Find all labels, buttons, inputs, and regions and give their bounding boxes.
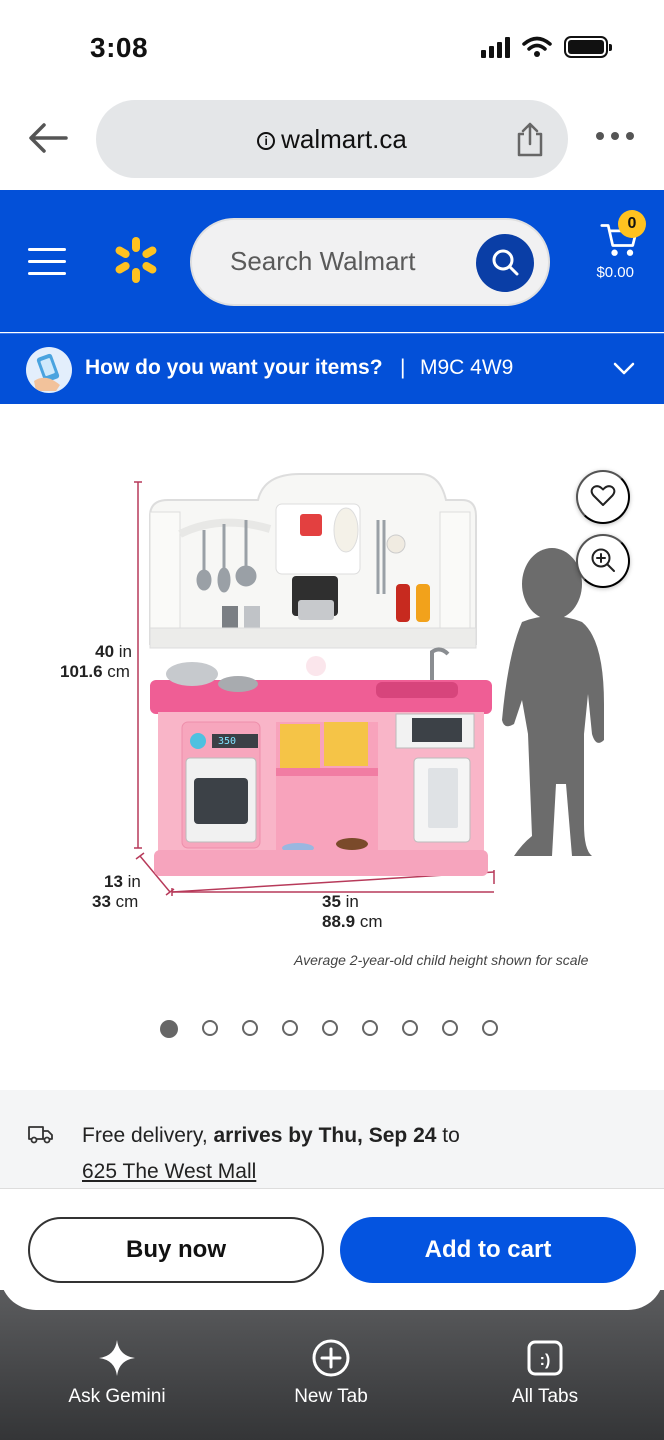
favorite-button[interactable] (576, 470, 630, 524)
search-input[interactable] (230, 246, 470, 277)
zoom-in-icon (591, 548, 615, 572)
info-icon: i (257, 132, 276, 150)
kitchen-base (154, 712, 488, 876)
buy-now-button[interactable]: Buy now (28, 1217, 324, 1283)
all-tabs-button[interactable]: :) All Tabs (460, 1338, 630, 1408)
wifi-icon (522, 36, 552, 57)
delivery-info: Free delivery, arrives by Thu, Sep 24 to… (0, 1090, 664, 1190)
kitchen-counter (150, 647, 492, 714)
browser-address-bar: i walmart.ca (0, 96, 664, 190)
carousel-dot[interactable] (322, 1020, 338, 1036)
new-tab-label: New Tab (294, 1386, 368, 1407)
height-inches-label: 40 in (95, 642, 132, 661)
carousel-dot[interactable] (202, 1020, 218, 1036)
status-bar: 3:08 (0, 0, 664, 96)
url-label: walmart.ca (281, 124, 407, 154)
truck-icon (28, 1126, 53, 1144)
carousel-dot[interactable] (402, 1020, 418, 1036)
delivery-address-link[interactable]: 625 The West Mall (82, 1160, 256, 1184)
width-cm-label: 88.9 cm (322, 912, 383, 931)
phone-delivery-icon (26, 347, 72, 393)
walmart-spark-logo[interactable] (110, 234, 162, 286)
carousel-dot[interactable] (160, 1020, 178, 1038)
battery-icon (564, 36, 612, 58)
delivery-prefix: Free delivery, (82, 1124, 214, 1147)
purchase-actions: Buy now Add to cart (0, 1188, 664, 1310)
cart-count-badge: 0 (618, 210, 646, 238)
postal-code: M9C 4W9 (420, 356, 514, 379)
scale-note: Average 2-year-old child height shown fo… (294, 952, 589, 968)
plus-circle-icon (312, 1339, 350, 1377)
cellular-signal-icon (481, 36, 510, 58)
gemini-sparkle-icon (99, 1340, 135, 1376)
product-image-carousel[interactable]: 40 in 101.6 cm 13 in 33 cm 35 in 88.9 cm… (0, 404, 664, 1090)
new-tab-button[interactable]: New Tab (246, 1338, 416, 1408)
menu-icon[interactable] (28, 248, 66, 284)
all-tabs-label: All Tabs (511, 1386, 579, 1407)
child-silhouette (502, 548, 604, 856)
fulfillment-question: How do you want your items? (85, 356, 383, 379)
height-cm-label: 101.6 cm (60, 662, 130, 681)
walmart-header: 0 $0.00 (0, 190, 664, 332)
heart-icon (590, 484, 616, 506)
carousel-dot[interactable] (362, 1020, 378, 1036)
tabs-icon: :) (527, 1340, 563, 1376)
oven-display: 350 (218, 736, 237, 747)
status-icons (481, 36, 612, 58)
back-arrow-icon[interactable] (26, 116, 70, 160)
fulfillment-selector[interactable]: How do you want your items? | M9C 4W9 (0, 333, 664, 404)
delivery-suffix: to (436, 1124, 460, 1147)
browser-toolbar: Ask Gemini New Tab :) All Tabs (0, 1290, 664, 1440)
url-text: i walmart.ca (96, 124, 568, 155)
share-icon[interactable] (514, 122, 546, 158)
more-options-icon[interactable] (596, 132, 634, 140)
ask-gemini-label: Ask Gemini (68, 1386, 166, 1407)
delivery-text: Free delivery, arrives by Thu, Sep 24 to (82, 1124, 460, 1148)
width-inches-label: 35 in (322, 892, 359, 911)
delivery-arrival: arrives by Thu, Sep 24 (213, 1124, 437, 1147)
carousel-dot[interactable] (442, 1020, 458, 1036)
search-box (190, 218, 550, 306)
carousel-dots (160, 1020, 498, 1038)
tabs-icon-text: :) (540, 1352, 551, 1369)
url-field[interactable]: i walmart.ca (96, 100, 568, 178)
carousel-dot[interactable] (242, 1020, 258, 1036)
add-to-cart-button[interactable]: Add to cart (340, 1217, 636, 1283)
zoom-button[interactable] (576, 534, 630, 588)
search-button[interactable] (476, 234, 534, 292)
depth-inches-label: 13 in (104, 872, 141, 891)
kitchen-hutch (149, 473, 477, 649)
carousel-dot[interactable] (482, 1020, 498, 1036)
search-icon (492, 249, 519, 275)
carousel-dot[interactable] (282, 1020, 298, 1036)
chevron-down-icon (613, 362, 635, 375)
cart-total: $0.00 (596, 264, 634, 281)
depth-cm-label: 33 cm (92, 892, 139, 911)
ask-gemini-button[interactable]: Ask Gemini (32, 1338, 202, 1408)
fulfillment-separator: | (400, 356, 406, 379)
status-time: 3:08 (90, 32, 149, 63)
